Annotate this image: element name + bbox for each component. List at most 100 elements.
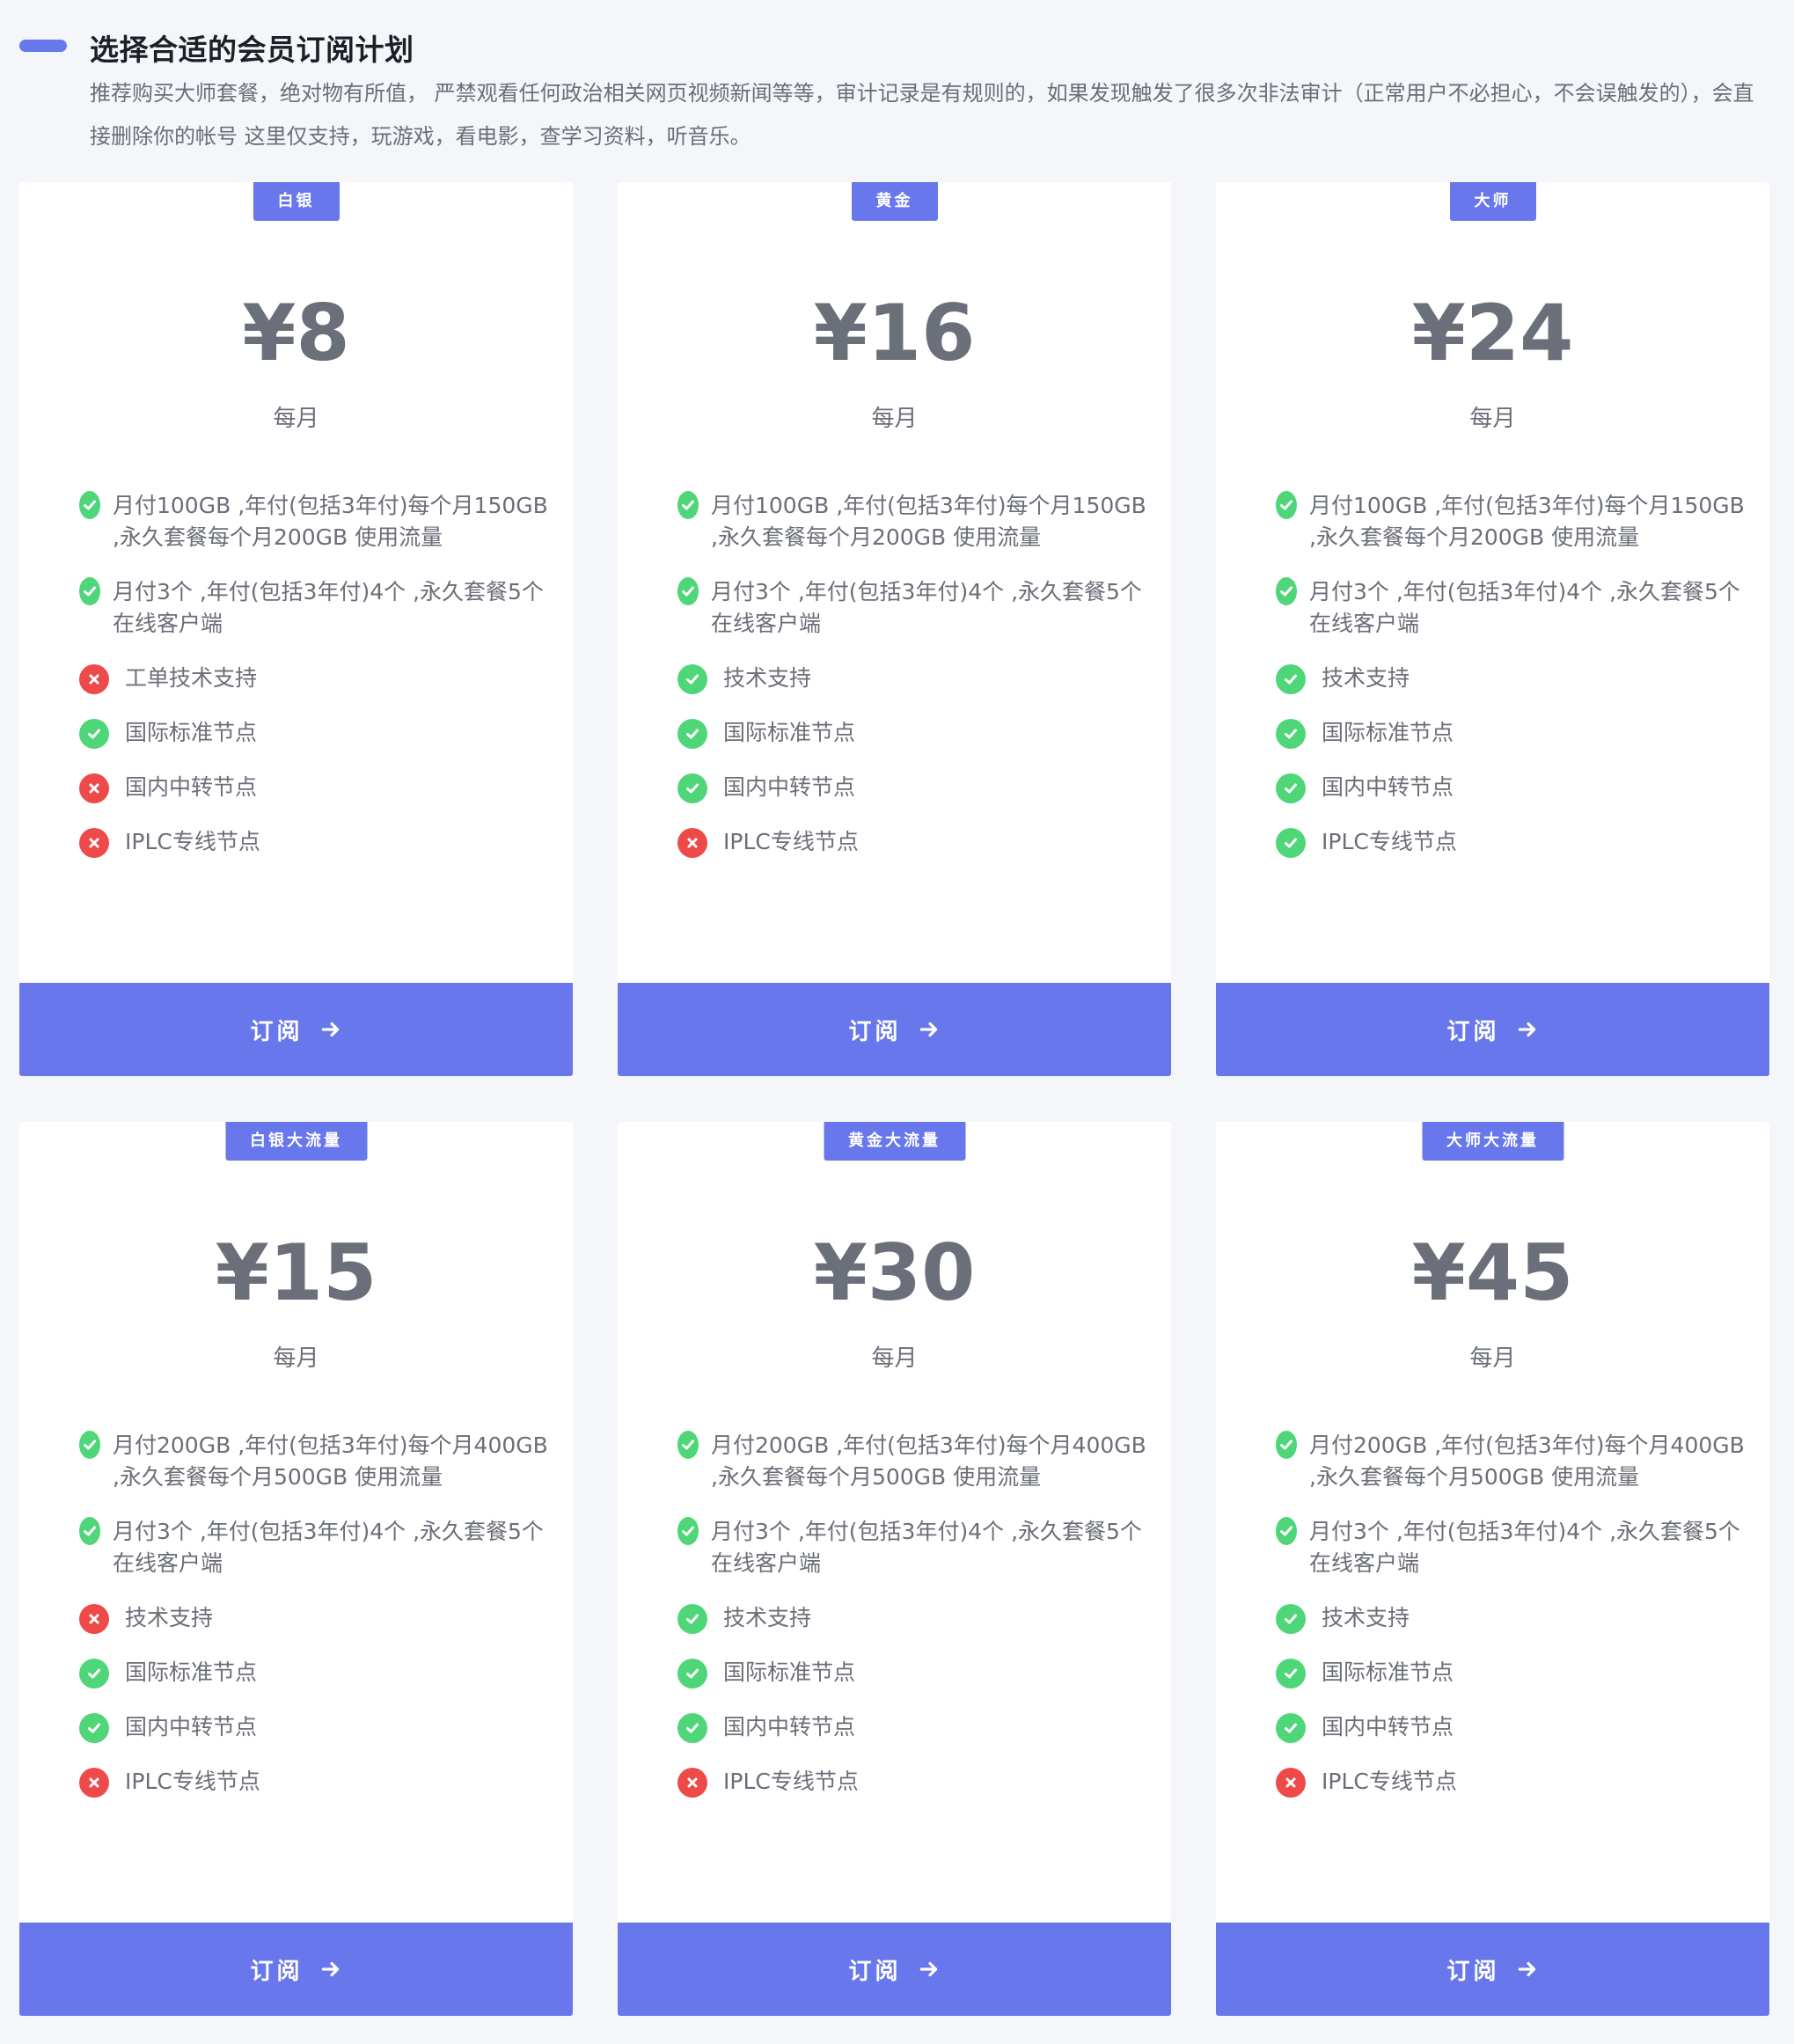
feature-text: IPLC专线节点 xyxy=(723,1769,859,1794)
feature-item: 技术支持 xyxy=(79,1602,554,1634)
plan-period: 每月 xyxy=(273,1345,319,1372)
check-icon xyxy=(677,1431,699,1459)
cross-icon xyxy=(677,827,707,858)
plan-badge: 白银 xyxy=(253,182,340,221)
subscribe-button[interactable]: 订阅 xyxy=(1216,983,1769,1076)
subscribe-button[interactable]: 订阅 xyxy=(19,983,573,1076)
check-icon xyxy=(79,577,100,605)
feature-item: IPLC专线节点 xyxy=(677,826,1153,858)
check-icon xyxy=(677,577,699,605)
feature-list: 月付200GB ,年付(包括3年付)每个月400GB ,永久套餐每个月500GB… xyxy=(1276,1430,1751,1821)
plan-card: 大师 ¥24 每月 月付100GB ,年付(包括3年付)每个月150GB ,永久套餐每… xyxy=(1216,182,1769,1076)
feature-text: IPLC专线节点 xyxy=(125,1769,260,1794)
feature-item: 国际标准节点 xyxy=(677,717,1153,749)
check-icon xyxy=(1276,577,1297,605)
check-icon xyxy=(1276,1658,1306,1689)
feature-text: 技术支持 xyxy=(1322,1605,1410,1630)
feature-item: 国际标准节点 xyxy=(79,717,554,749)
feature-text: 月付200GB ,年付(包括3年付)每个月400GB ,永久套餐每个月500GB… xyxy=(711,1432,1146,1490)
cross-icon xyxy=(79,773,109,803)
header-accent-bar xyxy=(19,40,67,52)
feature-text: IPLC专线节点 xyxy=(1322,829,1457,854)
feature-item: 国内中转节点 xyxy=(677,1711,1153,1743)
plan-period: 每月 xyxy=(871,1345,918,1372)
cross-icon xyxy=(677,1767,707,1798)
feature-text: 月付3个 ,年付(包括3年付)4个 ,永久套餐5个 在线客户端 xyxy=(1309,1519,1740,1576)
plan-badge: 白银大流量 xyxy=(225,1122,367,1161)
feature-text: 国际标准节点 xyxy=(1322,1659,1454,1685)
arrow-right-icon xyxy=(918,1958,941,1981)
feature-text: 国际标准节点 xyxy=(1322,720,1454,745)
subscribe-button-label: 订阅 xyxy=(1446,1958,1500,1985)
feature-text: 国内中转节点 xyxy=(125,774,258,800)
feature-item: 国内中转节点 xyxy=(677,772,1153,803)
arrow-right-icon xyxy=(319,1958,342,1981)
plan-badge: 黄金大流量 xyxy=(824,1122,965,1161)
check-icon xyxy=(79,1431,100,1459)
feature-item: 技术支持 xyxy=(677,663,1153,694)
feature-text: 月付200GB ,年付(包括3年付)每个月400GB ,永久套餐每个月500GB… xyxy=(1309,1432,1745,1490)
check-icon xyxy=(79,1517,100,1545)
feature-text: 技术支持 xyxy=(125,1605,214,1630)
plan-badge: 黄金 xyxy=(851,182,938,221)
feature-item: IPLC专线节点 xyxy=(79,826,554,858)
plan-card: 黄金大流量 ¥30 每月 月付200GB ,年付(包括3年付)每个月400GB ,永久… xyxy=(618,1122,1171,2016)
check-icon xyxy=(1276,1431,1297,1459)
page-header: 选择合适的会员订阅计划 推荐购买大师套餐，绝对物有所值， 严禁观看任何政治相关网… xyxy=(0,0,1794,176)
feature-text: IPLC专线节点 xyxy=(1322,1769,1457,1794)
plan-card: 大师大流量 ¥45 每月 月付200GB ,年付(包括3年付)每个月400GB ,永久… xyxy=(1216,1122,1769,2016)
feature-item: IPLC专线节点 xyxy=(1276,1766,1751,1798)
check-icon xyxy=(1276,827,1306,858)
check-icon xyxy=(677,1603,707,1634)
feature-text: 月付100GB ,年付(包括3年付)每个月150GB ,永久套餐每个月200GB… xyxy=(113,493,548,550)
check-icon xyxy=(677,1712,707,1743)
check-icon xyxy=(79,1712,109,1743)
plan-card: 白银 ¥8 每月 月付100GB ,年付(包括3年付)每个月150GB ,永久套餐每个… xyxy=(19,182,573,1076)
feature-text: IPLC专线节点 xyxy=(125,829,260,854)
subscribe-button[interactable]: 订阅 xyxy=(618,983,1171,1076)
plan-card: 黄金 ¥16 每月 月付100GB ,年付(包括3年付)每个月150GB ,永久套餐每… xyxy=(618,182,1171,1076)
plan-period: 每月 xyxy=(1469,406,1516,432)
feature-item: 月付3个 ,年付(包括3年付)4个 ,永久套餐5个 在线客户端 xyxy=(1276,576,1751,640)
feature-text: 月付200GB ,年付(包括3年付)每个月400GB ,永久套餐每个月500GB… xyxy=(113,1432,548,1490)
feature-list: 月付100GB ,年付(包括3年付)每个月150GB ,永久套餐每个月200GB… xyxy=(677,490,1153,881)
feature-text: 月付3个 ,年付(包括3年付)4个 ,永久套餐5个 在线客户端 xyxy=(113,579,544,636)
feature-text: 国内中转节点 xyxy=(1322,774,1454,800)
feature-text: 国内中转节点 xyxy=(1322,1714,1454,1740)
plan-period: 每月 xyxy=(273,406,319,432)
feature-text: 月付3个 ,年付(包括3年付)4个 ,永久套餐5个 在线客户端 xyxy=(711,579,1142,636)
feature-text: 国内中转节点 xyxy=(125,1714,258,1740)
check-icon xyxy=(677,663,707,694)
feature-item: 月付3个 ,年付(包括3年付)4个 ,永久套餐5个 在线客户端 xyxy=(79,1516,554,1579)
plan-card: 白银大流量 ¥15 每月 月付200GB ,年付(包括3年付)每个月400GB ,永久… xyxy=(19,1122,573,2016)
check-icon xyxy=(79,718,109,749)
feature-text: 月付3个 ,年付(包括3年付)4个 ,永久套餐5个 在线客户端 xyxy=(113,1519,544,1576)
feature-item: 月付3个 ,年付(包括3年付)4个 ,永久套餐5个 在线客户端 xyxy=(677,1516,1153,1579)
plan-price: ¥24 xyxy=(1411,288,1574,378)
feature-list: 月付200GB ,年付(包括3年付)每个月400GB ,永久套餐每个月500GB… xyxy=(79,1430,554,1821)
feature-list: 月付100GB ,年付(包括3年付)每个月150GB ,永久套餐每个月200GB… xyxy=(79,490,554,881)
check-icon xyxy=(677,1658,707,1689)
check-icon xyxy=(79,491,100,519)
feature-text: 技术支持 xyxy=(1322,665,1410,691)
feature-item: 国内中转节点 xyxy=(79,1711,554,1743)
feature-text: 月付100GB ,年付(包括3年付)每个月150GB ,永久套餐每个月200GB… xyxy=(1309,493,1745,550)
check-icon xyxy=(1276,1603,1306,1634)
plan-period: 每月 xyxy=(871,406,918,432)
feature-list: 月付100GB ,年付(包括3年付)每个月150GB ,永久套餐每个月200GB… xyxy=(1276,490,1751,881)
subscribe-button[interactable]: 订阅 xyxy=(618,1923,1171,2016)
feature-item: 国际标准节点 xyxy=(79,1657,554,1689)
subscribe-button[interactable]: 订阅 xyxy=(19,1923,573,2016)
feature-item: IPLC专线节点 xyxy=(1276,826,1751,858)
feature-text: 工单技术支持 xyxy=(125,665,258,691)
subscribe-button[interactable]: 订阅 xyxy=(1216,1923,1769,2016)
feature-text: 月付100GB ,年付(包括3年付)每个月150GB ,永久套餐每个月200GB… xyxy=(711,493,1146,550)
page-description: 推荐购买大师套餐，绝对物有所值， 严禁观看任何政治相关网页视频新闻等等，审计记录… xyxy=(90,81,1754,149)
feature-item: 国际标准节点 xyxy=(1276,1657,1751,1689)
feature-item: 月付100GB ,年付(包括3年付)每个月150GB ,永久套餐每个月200GB… xyxy=(1276,490,1751,553)
check-icon xyxy=(1276,773,1306,803)
check-icon xyxy=(1276,1517,1297,1545)
feature-text: 国际标准节点 xyxy=(125,1659,258,1685)
feature-text: 国内中转节点 xyxy=(723,1714,856,1740)
check-icon xyxy=(677,491,699,519)
